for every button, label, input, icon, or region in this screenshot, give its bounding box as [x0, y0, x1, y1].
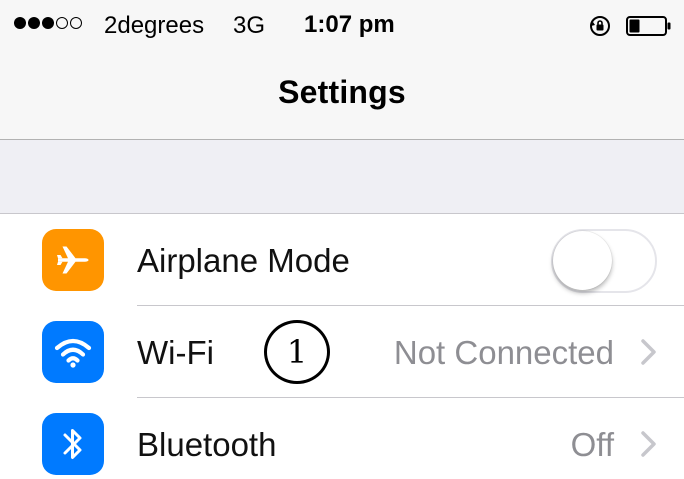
battery-level-fill [629, 19, 640, 33]
page-title: Settings [278, 74, 406, 110]
settings-row-wifi[interactable]: Wi-Fi Not Connected [0, 306, 684, 398]
rotation-lock-icon [590, 16, 610, 36]
airplane-mode-toggle[interactable] [551, 229, 657, 293]
toggle-knob [553, 231, 612, 290]
settings-screen: 2degrees 3G 1:07 pm Settings Airplane Mo… [0, 0, 684, 479]
airplane-icon [42, 229, 104, 291]
wifi-glyph [54, 338, 92, 368]
network-type: 3G [233, 12, 266, 39]
section-spacer [0, 140, 684, 214]
settings-row-label: Bluetooth [137, 426, 277, 463]
wifi-status-value: Not Connected [393, 334, 614, 371]
signal-dot [42, 17, 54, 29]
carrier-name: 2degrees [104, 12, 205, 39]
signal-dot [28, 17, 40, 29]
signal-strength-indicator [14, 17, 82, 29]
bluetooth-status-value: Off [570, 426, 614, 463]
chevron-right-icon [641, 339, 656, 365]
settings-row-airplane-mode: Airplane Mode [0, 214, 684, 306]
navigation-bar: Settings [0, 52, 684, 140]
settings-row-bluetooth[interactable]: Bluetooth Off [0, 398, 684, 479]
wifi-icon [42, 321, 104, 383]
status-bar: 2degrees 3G 1:07 pm [0, 0, 684, 52]
settings-row-label: Airplane Mode [137, 242, 350, 279]
bluetooth-glyph [63, 429, 82, 459]
settings-list: Airplane Mode Wi-Fi Not Connected Blueto… [0, 214, 684, 479]
airplane-glyph [57, 246, 89, 274]
battery-icon [626, 16, 671, 36]
status-time: 1:07 pm [304, 11, 395, 38]
chevron-right-icon [641, 431, 656, 457]
signal-dot-empty [70, 17, 82, 29]
signal-dot-empty [56, 17, 68, 29]
bluetooth-icon [42, 413, 104, 475]
settings-row-label: Wi-Fi [137, 334, 214, 371]
annotation-number-marker: 1 [264, 320, 330, 384]
signal-dot [14, 17, 26, 29]
